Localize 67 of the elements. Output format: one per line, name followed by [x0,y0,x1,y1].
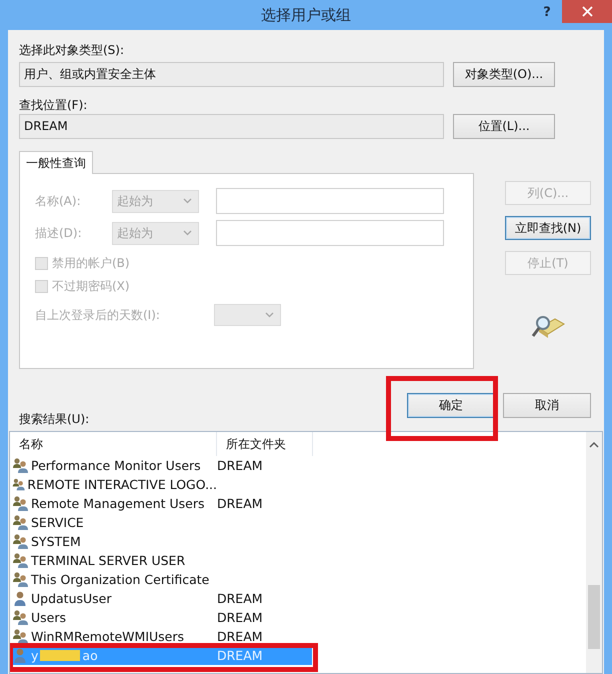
account-name: Performance Monitor Users [31,458,201,473]
dialog-button[interactable]: 取消 [503,393,591,418]
scrollbar[interactable] [586,432,602,673]
location-field: DREAM [19,114,444,139]
scroll-up-icon[interactable] [589,441,599,449]
account-name: WinRMRemoteWMIUsers [31,629,184,644]
folder-cell: DREAM [217,648,263,663]
close-icon [582,6,592,17]
result-row[interactable]: REMOTE INTERACTIVE LOGO... [12,475,312,494]
caret-icon [183,198,192,204]
results-label: 搜索结果(U): [19,411,90,427]
scroll-thumb[interactable] [588,585,600,649]
window-title: 选择用户或组 [260,5,352,26]
result-row[interactable]: SYSTEM [12,532,312,551]
result-row[interactable]: WinRMRemoteWMIUsers DREAM [12,627,312,646]
result-row[interactable]: Performance Monitor Users DREAM [12,456,312,475]
group-icon [12,628,29,645]
result-row[interactable]: Remote Management Users DREAM [12,494,312,513]
folder-cell: DREAM [217,591,263,606]
folder-cell: DREAM [217,610,263,625]
field-label: 自上次登录后的天数(I): [35,306,161,324]
folder-cell: DREAM [217,496,263,511]
result-row[interactable]: UpdatusUser DREAM [12,589,312,608]
close-button[interactable] [562,0,612,23]
caret-icon [265,312,274,318]
side-button[interactable]: 立即查找(N) [505,216,591,240]
column-header[interactable]: 所在文件夹 [217,432,313,456]
dialog-button[interactable]: 确定 [407,393,495,418]
group-icon [12,457,29,474]
folder-cell: DREAM [217,629,263,644]
result-row[interactable]: Users DREAM [12,608,312,627]
account-name: y [31,648,38,663]
folder-cell: DREAM [217,458,263,473]
query-tab[interactable]: 一般性查询 [19,151,93,174]
group-icon [12,495,29,512]
account-name: REMOTE INTERACTIVE LOGO... [27,477,217,492]
account-name: Users [31,610,66,625]
group-icon [12,476,26,493]
object-types-button[interactable]: 对象类型(O)... [453,62,555,87]
result-row[interactable]: This Organization Certificate [12,570,312,589]
caret-icon [183,230,192,236]
locations-button[interactable]: 位置(L)... [453,114,555,139]
checkbox-label: 禁用的帐户(B) [52,255,130,272]
field-label: 描述(D): [35,224,83,242]
result-row[interactable]: TERMINAL SERVER USER [12,551,312,570]
result-row[interactable]: SERVICE [12,513,312,532]
group-icon [12,552,29,569]
account-name: SERVICE [31,515,84,530]
search-icon [531,314,565,340]
field-label: 查找位置(F): [19,97,88,113]
group-icon [12,609,29,626]
account-name: UpdatusUser [31,591,112,606]
field-label: 选择此对象类型(S): [19,42,124,58]
account-name: This Organization Certificate [31,572,210,587]
object-type-field: 用户、组或内置安全主体 [19,62,444,87]
checkbox-label: 不过期密码(X) [52,278,130,295]
account-name: TERMINAL SERVER USER [31,553,186,568]
group-icon [12,571,29,588]
help-button[interactable]: ? [532,0,562,26]
account-name: Remote Management Users [31,496,205,511]
days-dropdown[interactable] [214,304,281,326]
field-label: 名称(A): [35,192,82,210]
group-icon [12,514,29,531]
group-icon [12,533,29,550]
account-name: SYSTEM [31,534,81,549]
column-header[interactable]: 名称 [10,432,217,456]
account-name: ao [82,648,98,663]
